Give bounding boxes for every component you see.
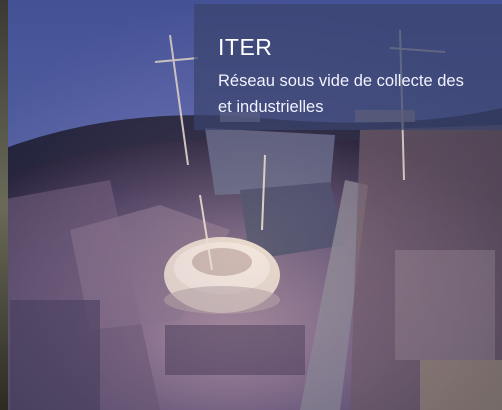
caption-subtitle-line2: et industrielles (218, 98, 324, 116)
caption-title: ITER (218, 34, 273, 60)
photo-left-edge (0, 0, 8, 410)
caption-subtitle: Réseau sous vide de collecte des et indu… (218, 68, 502, 120)
caption-overlay: ITER Réseau sous vide de collecte des et… (194, 4, 502, 130)
caption-subtitle-line1: Réseau sous vide de collecte des (218, 72, 464, 90)
slider-slide[interactable]: ITER Réseau sous vide de collecte des et… (0, 0, 502, 410)
